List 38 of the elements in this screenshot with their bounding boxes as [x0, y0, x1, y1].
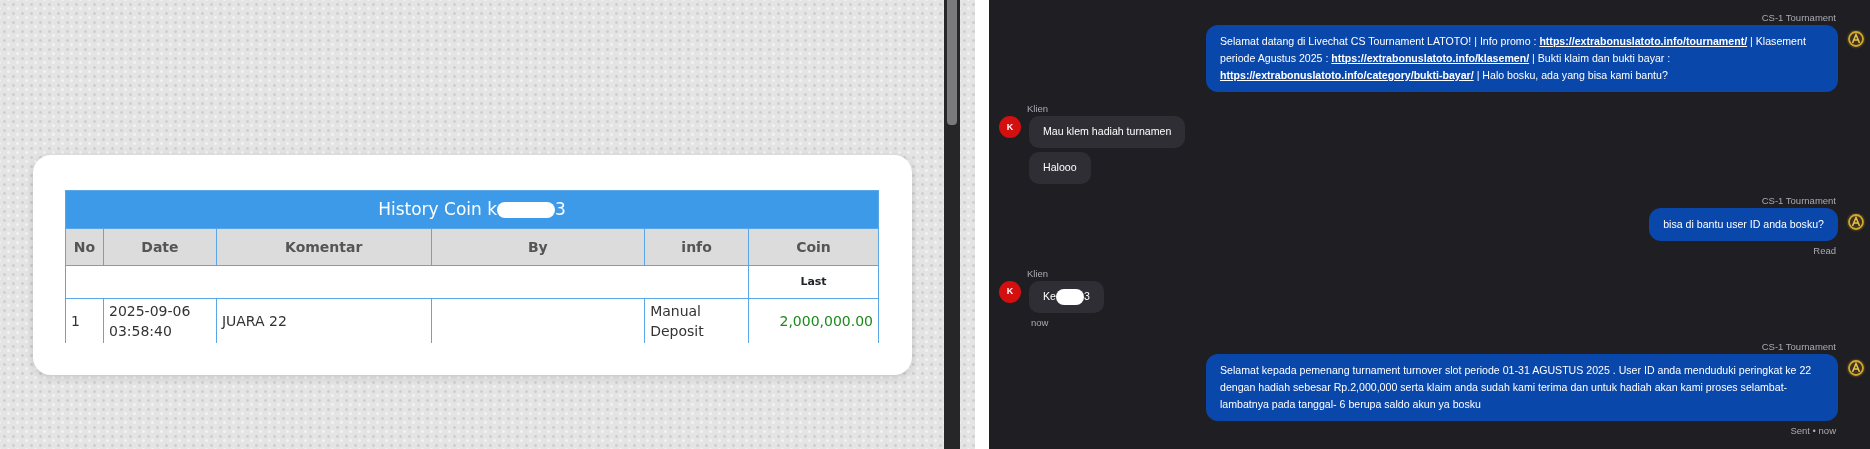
table-cell: 2025-09-06 03:58:40 — [108, 303, 191, 340]
message-link[interactable]: https://extrabonuslatoto.info/klasemen/ — [1331, 52, 1530, 65]
table-cell: 2,000,000.00 — [779, 313, 873, 330]
client-avatar: K — [999, 280, 1021, 303]
table-title: History Coin k 3 — [378, 198, 566, 219]
message-bubble: Selamat kepada pemenang turnament turnover slot periode 01-31 AGUSTUS 2025 . User ID anda menduduki peringkat ke 22 dengan hadiah sebesar Rp.2,000,000 serta klaim anda sudah kami terima dan untuk hadiah akan kami proses selambat-lambatnya pada tanggal- 6 berupa saldo akun ya bosku — [1206, 354, 1838, 422]
column-header: Coin — [748, 228, 879, 266]
message-link[interactable]: https://extrabonuslatoto.info/category/bukti-bayar/ — [1220, 69, 1474, 82]
redaction-mark — [497, 201, 556, 218]
message-bubble: Selamat datang di Livechat CS Tournament LATOTO! | Info promo : https://extrabonuslatoto.info/tournament/ | Klasement periode Agustus 2025 : https://extrabonuslatoto.info/klasemen/ | Bukti klaim dan bukti bayar : https://extrabonuslatoto.info/category/bukti-bayar/ | Halo bosku, ada yang bisa kami bantu? — [1206, 25, 1838, 93]
message-bubble: bisa di bantu user ID anda bosku? — [1649, 208, 1838, 242]
column-header: No — [65, 228, 104, 266]
message-status: Sent • now — [1790, 424, 1836, 439]
client-avatar: K — [999, 116, 1021, 139]
message-bubble: Ke 3 — [1029, 280, 1104, 313]
sender-name: CS-1 Tournament — [1761, 194, 1836, 209]
table-cell: JUARA 22 — [221, 313, 287, 330]
sender-name: Klien — [1027, 102, 1050, 117]
column-subheader: Last — [748, 265, 879, 299]
message-status: Read — [1813, 244, 1836, 259]
agent-avatar-icon — [1846, 29, 1866, 50]
sender-name: Klien — [1027, 266, 1050, 281]
column-header: Komentar — [216, 228, 432, 266]
message-link[interactable]: https://extrabonuslatoto.info/tournament/ — [1539, 35, 1748, 48]
table-cell: 1 — [71, 313, 80, 330]
message-status: now — [1031, 316, 1050, 330]
sender-name: CS-1 Tournament — [1761, 340, 1836, 355]
column-header: info — [644, 228, 749, 266]
agent-avatar-icon — [1846, 212, 1866, 233]
agent-avatar-icon — [1846, 358, 1866, 379]
message-bubble: Mau klem hadiah turnamen — [1029, 116, 1186, 149]
column-header: By — [431, 228, 645, 266]
column-header: Date — [103, 228, 217, 266]
sender-name: CS-1 Tournament — [1761, 11, 1836, 25]
message-bubble: Halooo — [1029, 152, 1091, 185]
table-cell: Manual Deposit — [650, 303, 704, 340]
scrollbar-thumb[interactable] — [947, 0, 957, 125]
redaction-mark — [1055, 289, 1084, 305]
